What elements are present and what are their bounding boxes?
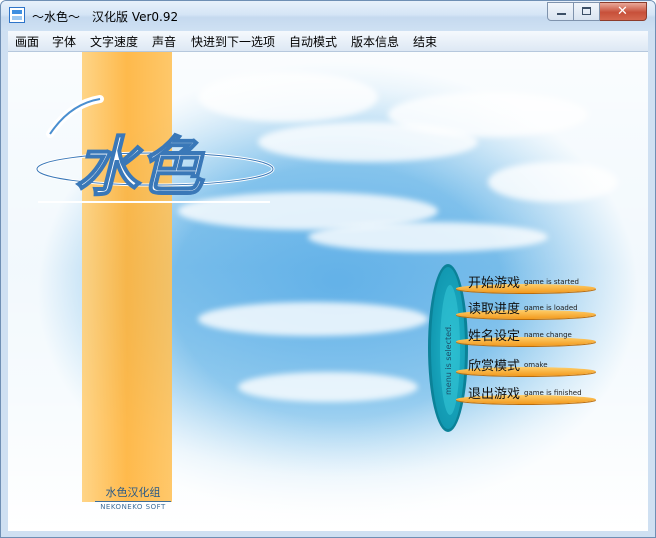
credit-divider (95, 501, 171, 502)
logo-text: 水色 (75, 130, 205, 205)
translator-credit: 水色汉化组 NEKONEKO SOFT (78, 484, 188, 511)
title-logo: 水色 (35, 95, 275, 206)
minimize-button[interactable] (547, 2, 574, 21)
option-sublabel: game is loaded (524, 304, 578, 312)
minimize-icon (557, 13, 566, 15)
menu-skip-to-next-choice[interactable]: 快进到下一选项 (191, 33, 275, 50)
option-sublabel: name change (524, 331, 572, 339)
menu-version-info[interactable]: 版本信息 (351, 33, 399, 50)
selection-label-text: menu is selected. (444, 324, 453, 395)
menu-sound[interactable]: 声音 (152, 33, 176, 50)
app-icon[interactable] (9, 7, 25, 23)
game-canvas[interactable]: 水色 水色汉化组 NEKONEKO SOFT menu is selected.… (8, 52, 648, 531)
menu-option-start[interactable]: 开始游戏 game is started (456, 272, 606, 296)
close-button[interactable]: ✕ (600, 2, 647, 21)
menu-selected-label: menu is selected. (444, 324, 453, 395)
title-bar[interactable]: ～水色～ 汉化版 Ver0.92 ✕ (1, 1, 655, 31)
option-label: 欣赏模式 (468, 359, 521, 374)
menu-font[interactable]: 字体 (52, 33, 76, 50)
maximize-button[interactable] (574, 2, 600, 21)
menu-text-speed[interactable]: 文字速度 (90, 33, 138, 50)
menu-screen[interactable]: 画面 (15, 33, 39, 50)
option-sublabel: omake (524, 361, 548, 369)
option-label: 姓名设定 (468, 329, 521, 344)
maximize-icon (582, 7, 591, 15)
credit-sub: NEKONEKO SOFT (100, 503, 166, 511)
menu-option-load[interactable]: 读取进度 game is loaded (456, 298, 606, 322)
option-label: 开始游戏 (468, 276, 521, 291)
menu-bar: 画面 字体 文字速度 声音 快进到下一选项 自动模式 版本信息 结束 (8, 31, 648, 52)
game-window: ～水色～ 汉化版 Ver0.92 ✕ 画面 字体 文字速度 声音 快进到下一选项… (0, 0, 656, 538)
option-sublabel: game is started (524, 278, 579, 286)
credit-main: 水色汉化组 (105, 486, 161, 499)
menu-option-name[interactable]: 姓名设定 name change (456, 325, 606, 349)
option-label: 退出游戏 (468, 387, 521, 402)
menu-option-omake[interactable]: 欣赏模式 omake (456, 355, 606, 379)
menu-option-exit[interactable]: 退出游戏 game is finished (456, 383, 606, 407)
window-title: ～水色～ 汉化版 Ver0.92 (32, 10, 179, 24)
option-sublabel: game is finished (524, 389, 582, 397)
menu-auto-mode[interactable]: 自动模式 (289, 33, 337, 50)
close-icon: ✕ (617, 4, 628, 19)
title-menu: menu is selected. 开始游戏 game is started 读… (428, 264, 608, 439)
menu-exit[interactable]: 结束 (413, 33, 437, 50)
option-label: 读取进度 (468, 302, 521, 317)
